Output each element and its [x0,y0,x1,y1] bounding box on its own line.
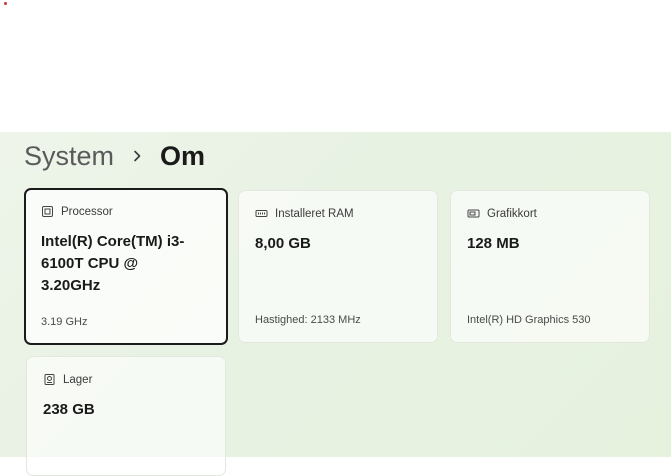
breadcrumb-system-link[interactable]: System [24,136,114,176]
breadcrumb: System Om [24,136,205,176]
storage-card-header: Lager [43,373,92,386]
storage-card[interactable]: Lager 238 GB [26,356,226,476]
ram-speed: Hastighed: 2133 MHz [255,314,361,326]
graphics-card-header: Grafikkort [467,207,537,220]
ram-label: Installeret RAM [275,207,354,220]
chevron-right-icon [128,147,146,165]
page-title: Om [160,141,206,171]
processor-card[interactable]: Processor Intel(R) Core(TM) i3-6100T CPU… [24,188,228,345]
ram-icon [255,207,268,220]
graphics-value: 128 MB [467,235,520,252]
processor-label: Processor [61,205,113,218]
ram-card[interactable]: Installeret RAM 8,00 GB Hastighed: 2133 … [238,190,438,343]
graphics-card-icon [467,207,480,220]
about-page: System Om Processor Intel(R) Core(TM) i3… [0,132,671,476]
processor-value: Intel(R) Core(TM) i3-6100T CPU @ 3.20GHz [41,233,185,294]
processor-icon [41,205,54,218]
processor-card-header: Processor [41,205,113,218]
storage-icon [43,373,56,386]
storage-value: 238 GB [43,401,95,418]
ram-value: 8,00 GB [255,235,311,252]
ram-card-header: Installeret RAM [255,207,354,220]
graphics-name: Intel(R) HD Graphics 530 [467,314,591,326]
storage-label: Lager [63,373,93,386]
processor-speed: 3.19 GHz [41,316,88,328]
notification-dot [4,2,7,5]
graphics-label: Grafikkort [487,207,537,220]
graphics-card[interactable]: Grafikkort 128 MB Intel(R) HD Graphics 5… [450,190,650,343]
